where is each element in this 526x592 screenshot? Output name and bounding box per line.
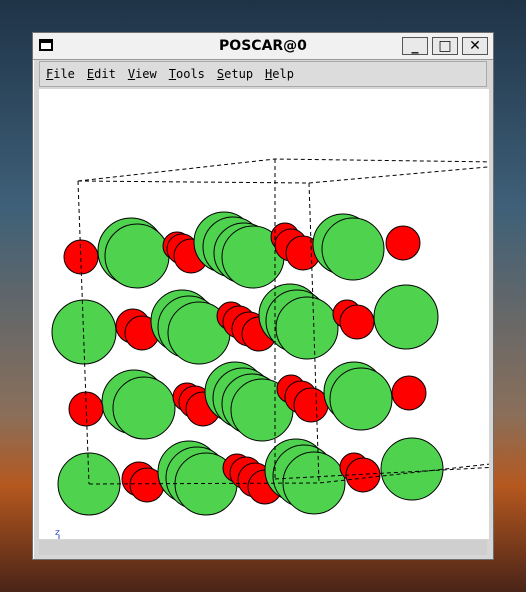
oxygen-atom (339, 304, 375, 340)
title-bar[interactable]: POSCAR@0 _ □ ✕ (33, 33, 493, 60)
menu-tools[interactable]: Tools (169, 67, 205, 81)
metal-atom (373, 284, 439, 350)
oxygen-atom (68, 391, 104, 427)
metal-atom (51, 299, 117, 365)
maximize-button[interactable]: □ (432, 37, 458, 55)
menu-bar: File Edit View Tools Setup Help (39, 61, 487, 87)
oxygen-atom (293, 387, 329, 423)
minimize-button[interactable]: _ (402, 37, 428, 55)
close-button[interactable]: ✕ (462, 37, 488, 55)
oxygen-atom (385, 225, 421, 261)
status-bar (39, 540, 487, 555)
z-axis-label: z (55, 528, 60, 538)
menu-edit[interactable]: Edit (87, 67, 116, 81)
metal-atom (112, 376, 176, 440)
metal-atom (329, 367, 393, 431)
menu-file[interactable]: File (46, 67, 75, 81)
oxygen-atom (391, 375, 427, 411)
oxygen-atom (345, 457, 381, 493)
menu-view[interactable]: View (128, 67, 157, 81)
axis-indicator: z x (55, 528, 60, 539)
app-window: POSCAR@0 _ □ ✕ File Edit View Tools Setu… (32, 32, 494, 560)
structure-viewport[interactable]: z x (39, 89, 489, 539)
crystal-structure-render: z x (51, 158, 489, 539)
metal-atom (275, 296, 339, 360)
menu-help[interactable]: Help (265, 67, 294, 81)
metal-atom (380, 437, 444, 501)
metal-atom (321, 217, 385, 281)
menu-setup[interactable]: Setup (217, 67, 253, 81)
metal-atom (104, 223, 170, 289)
